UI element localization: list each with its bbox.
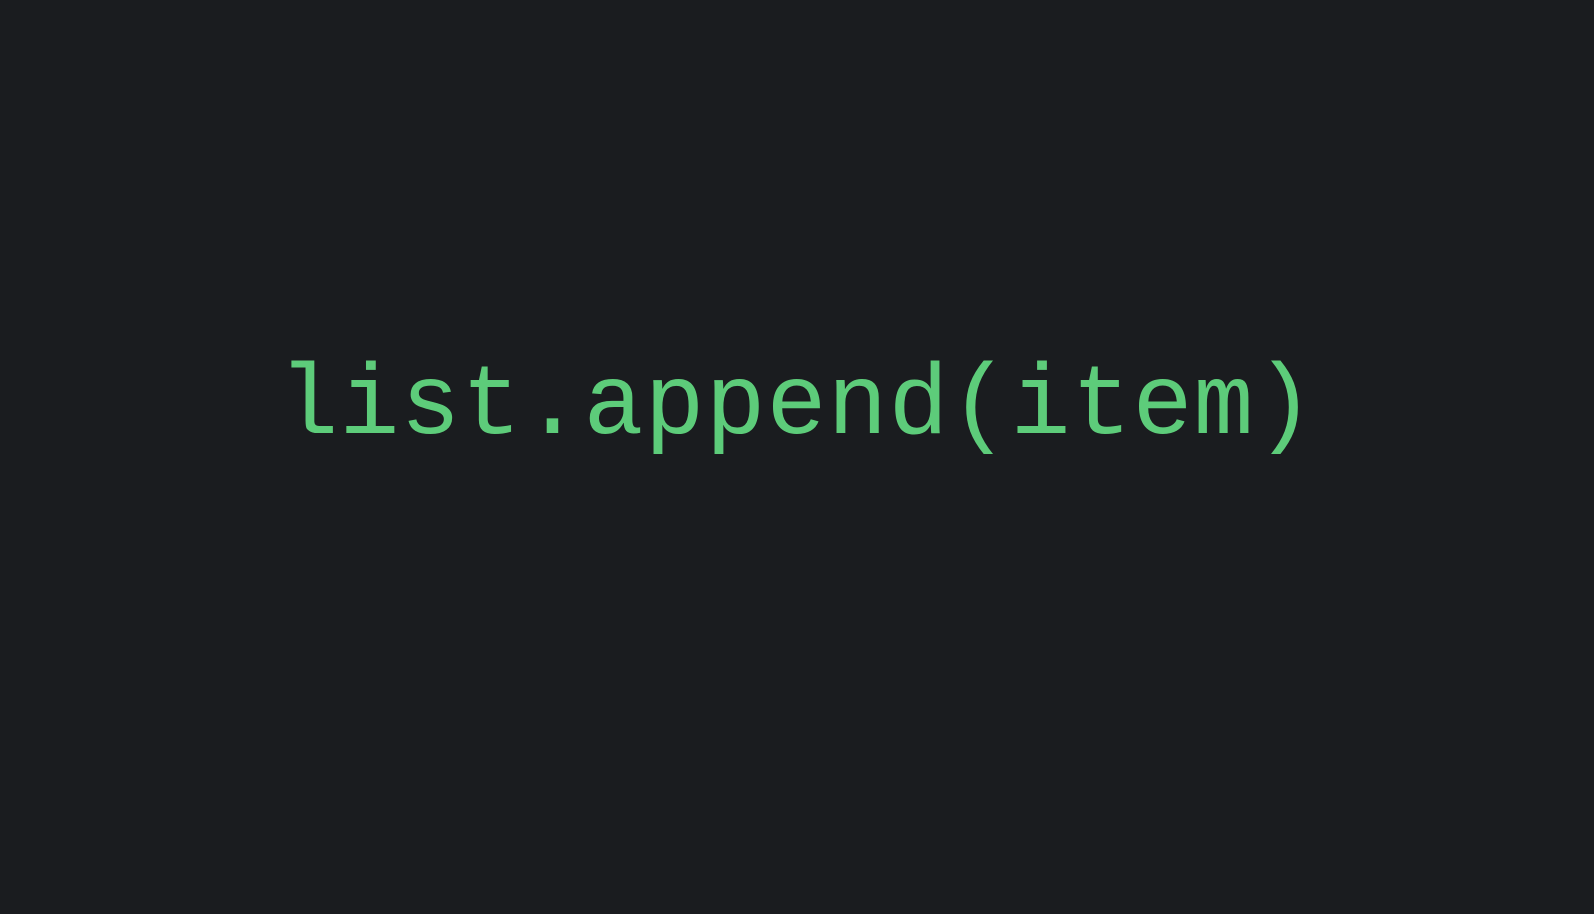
- code-snippet: list.append(item): [278, 351, 1315, 464]
